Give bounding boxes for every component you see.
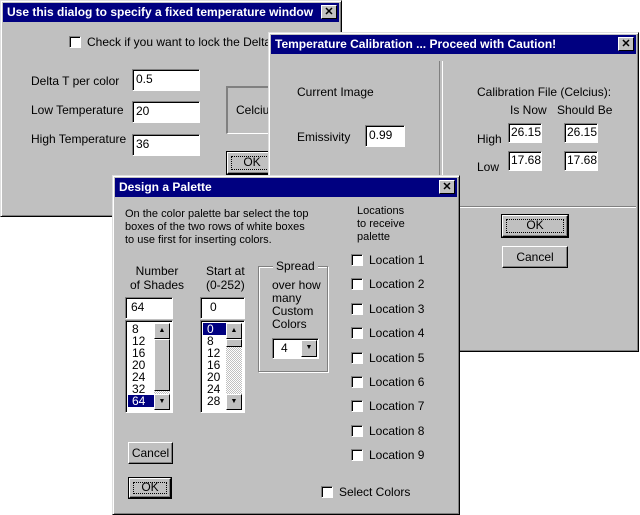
delta-t-label: Delta T per color: [31, 74, 120, 88]
low-label: Low: [477, 160, 500, 174]
low-should-be-input[interactable]: 17.68: [564, 151, 598, 171]
palette-cancel-button[interactable]: Cancel: [128, 442, 173, 464]
arrow-up-icon: ▲: [158, 327, 166, 334]
design-palette-dialog: Design a Palette ✕ On the color palette …: [112, 175, 460, 515]
scroll-down-button[interactable]: ▼: [154, 394, 170, 410]
shades-header: Number of Shades: [130, 264, 185, 292]
select-colors-label: Select Colors: [339, 485, 411, 499]
chevron-down-icon: ▼: [305, 344, 313, 351]
calibration-ok-label: OK: [526, 218, 544, 232]
location-6-checkbox[interactable]: [351, 376, 363, 388]
calibration-titlebar[interactable]: Temperature Calibration ... Proceed with…: [271, 35, 636, 54]
location-1-checkbox[interactable]: [351, 254, 363, 266]
calibration-file-label: Calibration File (Celcius):: [477, 85, 612, 99]
start-scrollbar[interactable]: ▲ ▼: [226, 323, 242, 410]
spread-description: over how many Custom Colors: [272, 278, 321, 331]
close-icon: ✕: [324, 6, 334, 18]
location-7-label: Location 7: [369, 399, 425, 414]
close-button[interactable]: ✕: [618, 37, 634, 51]
high-temperature-label: High Temperature: [31, 132, 127, 146]
low-is-now-input[interactable]: 17.68: [508, 151, 542, 171]
location-3-label: Location 3: [369, 301, 425, 316]
location-3-checkbox[interactable]: [351, 302, 363, 315]
high-label: High: [477, 132, 502, 146]
close-button[interactable]: ✕: [439, 180, 455, 194]
location-8-label: Location 8: [369, 423, 425, 438]
palette-titlebar[interactable]: Design a Palette ✕: [115, 178, 457, 197]
shades-listbox[interactable]: 8 12 16 20 24 32 64 ▲ ▼: [125, 320, 173, 413]
shades-input[interactable]: 64: [125, 297, 173, 319]
scroll-up-button[interactable]: ▲: [226, 323, 242, 339]
scroll-thumb[interactable]: [154, 339, 170, 391]
dropdown-button[interactable]: ▼: [301, 340, 317, 357]
palette-ok-label: OK: [141, 480, 159, 494]
low-temperature-label: Low Temperature: [31, 103, 124, 117]
should-be-header: Should Be: [557, 103, 613, 117]
spread-dropdown[interactable]: 4 ▼: [272, 338, 319, 359]
scroll-up-button[interactable]: ▲: [154, 323, 170, 339]
shades-scrollbar[interactable]: ▲ ▼: [154, 323, 170, 410]
shades-option-selected[interactable]: 64: [128, 395, 156, 407]
fixed-temperature-titlebar[interactable]: Use this dialog to specify a fixed tempe…: [3, 3, 339, 22]
location-4-checkbox[interactable]: [351, 327, 363, 340]
current-image-label: Current Image: [297, 85, 374, 99]
lock-delta-checkbox[interactable]: [69, 36, 81, 48]
high-should-be-input[interactable]: 26.15: [564, 123, 598, 143]
button-divider: [454, 206, 636, 208]
start-input[interactable]: 0: [200, 297, 245, 319]
fixed-temperature-title: Use this dialog to specify a fixed tempe…: [7, 5, 314, 19]
close-icon: ✕: [442, 181, 452, 193]
location-9-label: Location 9: [369, 448, 425, 463]
location-7-checkbox[interactable]: [351, 400, 363, 413]
calibration-cancel-button[interactable]: Cancel: [502, 246, 568, 268]
location-8-checkbox[interactable]: [351, 424, 363, 437]
emissivity-label: Emissivity: [297, 130, 351, 144]
scroll-down-button[interactable]: ▼: [226, 394, 242, 410]
high-temperature-input[interactable]: 36: [132, 134, 200, 156]
location-9-checkbox[interactable]: [351, 449, 363, 462]
location-2-label: Location 2: [369, 277, 425, 292]
spread-value: 4: [281, 341, 288, 355]
start-header: Start at (0-252): [206, 264, 245, 292]
lock-delta-label: Check if you want to lock the Delta T: [87, 35, 282, 49]
palette-ok-button[interactable]: OK: [128, 477, 172, 499]
calibration-cancel-label: Cancel: [516, 250, 554, 264]
fixed-ok-label: OK: [243, 155, 261, 169]
palette-cancel-label: Cancel: [131, 446, 170, 460]
delta-t-input[interactable]: 0.5: [132, 69, 200, 91]
start-listbox[interactable]: 0 8 12 16 20 24 28 ▲ ▼: [200, 320, 245, 413]
calibration-ok-button[interactable]: OK: [501, 214, 569, 238]
close-icon: ✕: [621, 38, 631, 50]
locations-header: Locations to receive palette: [357, 205, 405, 243]
close-button[interactable]: ✕: [321, 5, 337, 19]
location-1-label: Location 1: [369, 253, 425, 267]
scroll-thumb[interactable]: [226, 339, 242, 347]
is-now-header: Is Now: [510, 103, 547, 117]
location-6-label: Location 6: [369, 375, 425, 389]
arrow-down-icon: ▼: [158, 398, 166, 405]
emissivity-input[interactable]: 0.99: [365, 125, 405, 147]
location-5-checkbox[interactable]: [351, 351, 363, 364]
arrow-up-icon: ▲: [230, 327, 238, 334]
palette-instructions: On the color palette bar select the top …: [125, 208, 309, 246]
location-2-checkbox[interactable]: [351, 278, 363, 291]
calibration-title: Temperature Calibration ... Proceed with…: [275, 37, 557, 51]
palette-title: Design a Palette: [119, 180, 212, 194]
spread-group-label: Spread: [273, 259, 318, 273]
arrow-down-icon: ▼: [230, 398, 238, 405]
high-is-now-input[interactable]: 26.15: [508, 123, 542, 143]
select-colors-checkbox[interactable]: [321, 486, 333, 498]
location-5-label: Location 5: [369, 350, 425, 365]
low-temperature-input[interactable]: 20: [132, 101, 200, 123]
location-4-label: Location 4: [369, 326, 425, 341]
